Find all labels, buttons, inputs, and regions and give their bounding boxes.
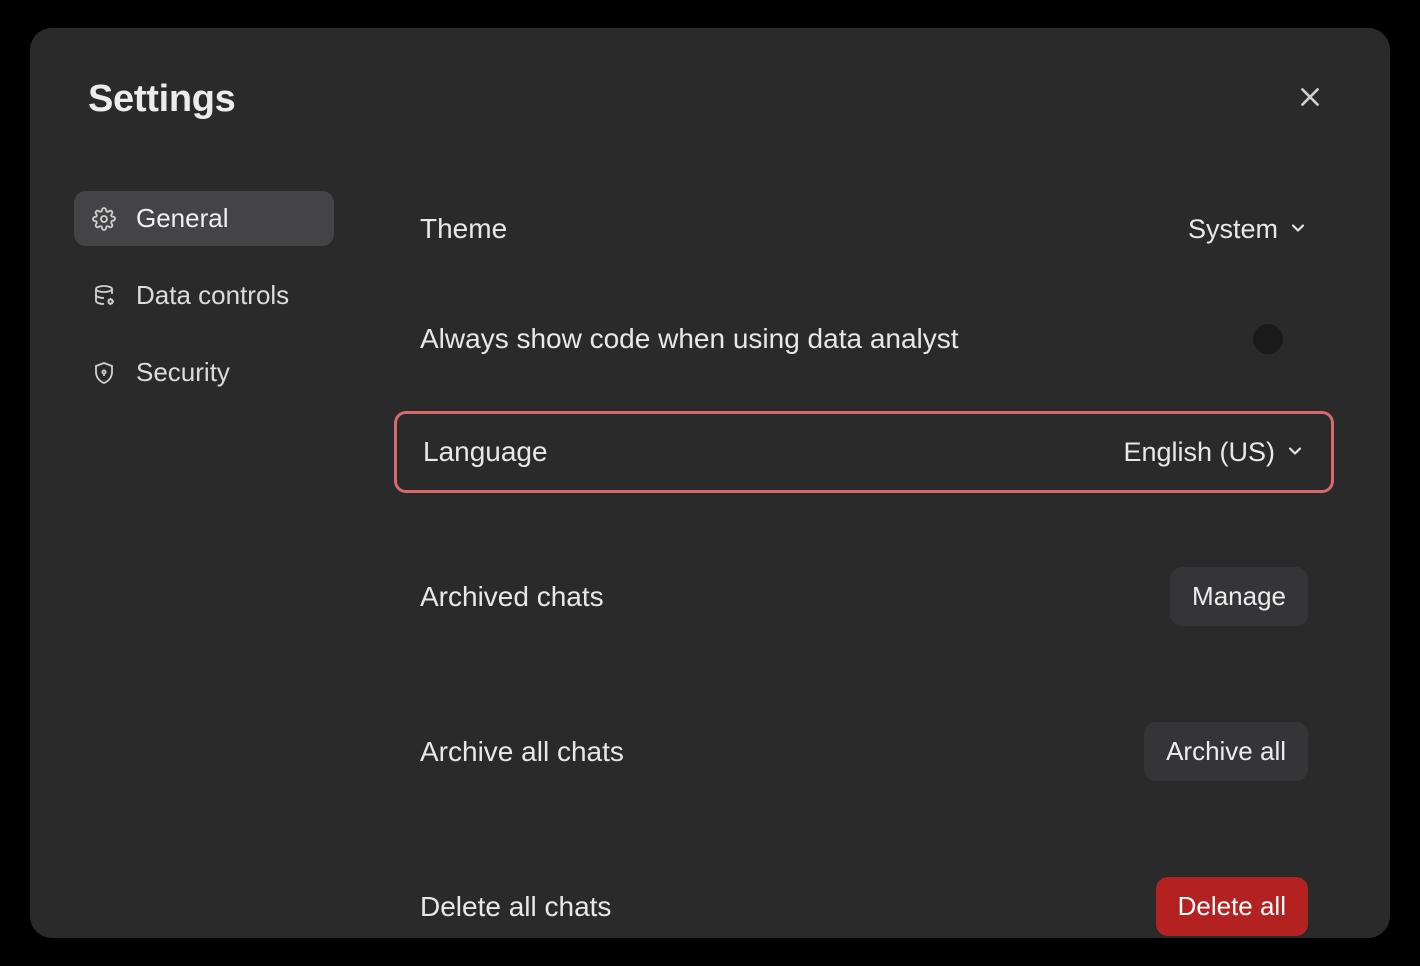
close-button[interactable]: [1290, 80, 1330, 120]
settings-content: Theme System Always show code when using…: [394, 191, 1346, 958]
settings-sidebar: General Data controls: [74, 191, 334, 958]
setting-row-language: Language English (US): [394, 411, 1334, 493]
archive-all-label: Archive all chats: [420, 736, 624, 768]
manage-button[interactable]: Manage: [1170, 567, 1308, 626]
delete-all-button[interactable]: Delete all: [1156, 877, 1308, 936]
always-show-code-toggle[interactable]: [1252, 323, 1308, 355]
theme-select[interactable]: System: [1188, 214, 1308, 245]
sidebar-item-label: Data controls: [136, 280, 289, 311]
setting-row-archived-chats: Archived chats Manage: [394, 545, 1334, 648]
language-select[interactable]: English (US): [1123, 437, 1305, 468]
setting-row-archive-all: Archive all chats Archive all: [394, 700, 1334, 803]
setting-row-delete-all: Delete all chats Delete all: [394, 855, 1334, 958]
setting-row-theme: Theme System: [394, 191, 1334, 267]
theme-label: Theme: [420, 213, 507, 245]
gear-icon: [90, 205, 118, 233]
language-label: Language: [423, 436, 548, 468]
always-show-code-label: Always show code when using data analyst: [420, 323, 959, 355]
language-value: English (US): [1123, 437, 1275, 468]
database-gear-icon: [90, 282, 118, 310]
settings-modal: Settings General: [30, 28, 1390, 938]
close-icon: [1297, 84, 1323, 115]
theme-value: System: [1188, 214, 1278, 245]
modal-header: Settings: [74, 78, 1346, 121]
modal-title: Settings: [88, 78, 236, 121]
delete-all-label: Delete all chats: [420, 891, 611, 923]
archived-chats-label: Archived chats: [420, 581, 604, 613]
setting-row-always-show-code: Always show code when using data analyst: [394, 301, 1334, 377]
sidebar-item-security[interactable]: Security: [74, 345, 334, 400]
modal-body: General Data controls: [74, 191, 1346, 958]
chevron-down-icon: [1288, 214, 1308, 245]
toggle-knob: [1253, 324, 1283, 354]
sidebar-item-label: General: [136, 203, 229, 234]
chevron-down-icon: [1285, 437, 1305, 468]
sidebar-item-general[interactable]: General: [74, 191, 334, 246]
archive-all-button[interactable]: Archive all: [1144, 722, 1308, 781]
sidebar-item-data-controls[interactable]: Data controls: [74, 268, 334, 323]
sidebar-item-label: Security: [136, 357, 230, 388]
shield-icon: [90, 359, 118, 387]
